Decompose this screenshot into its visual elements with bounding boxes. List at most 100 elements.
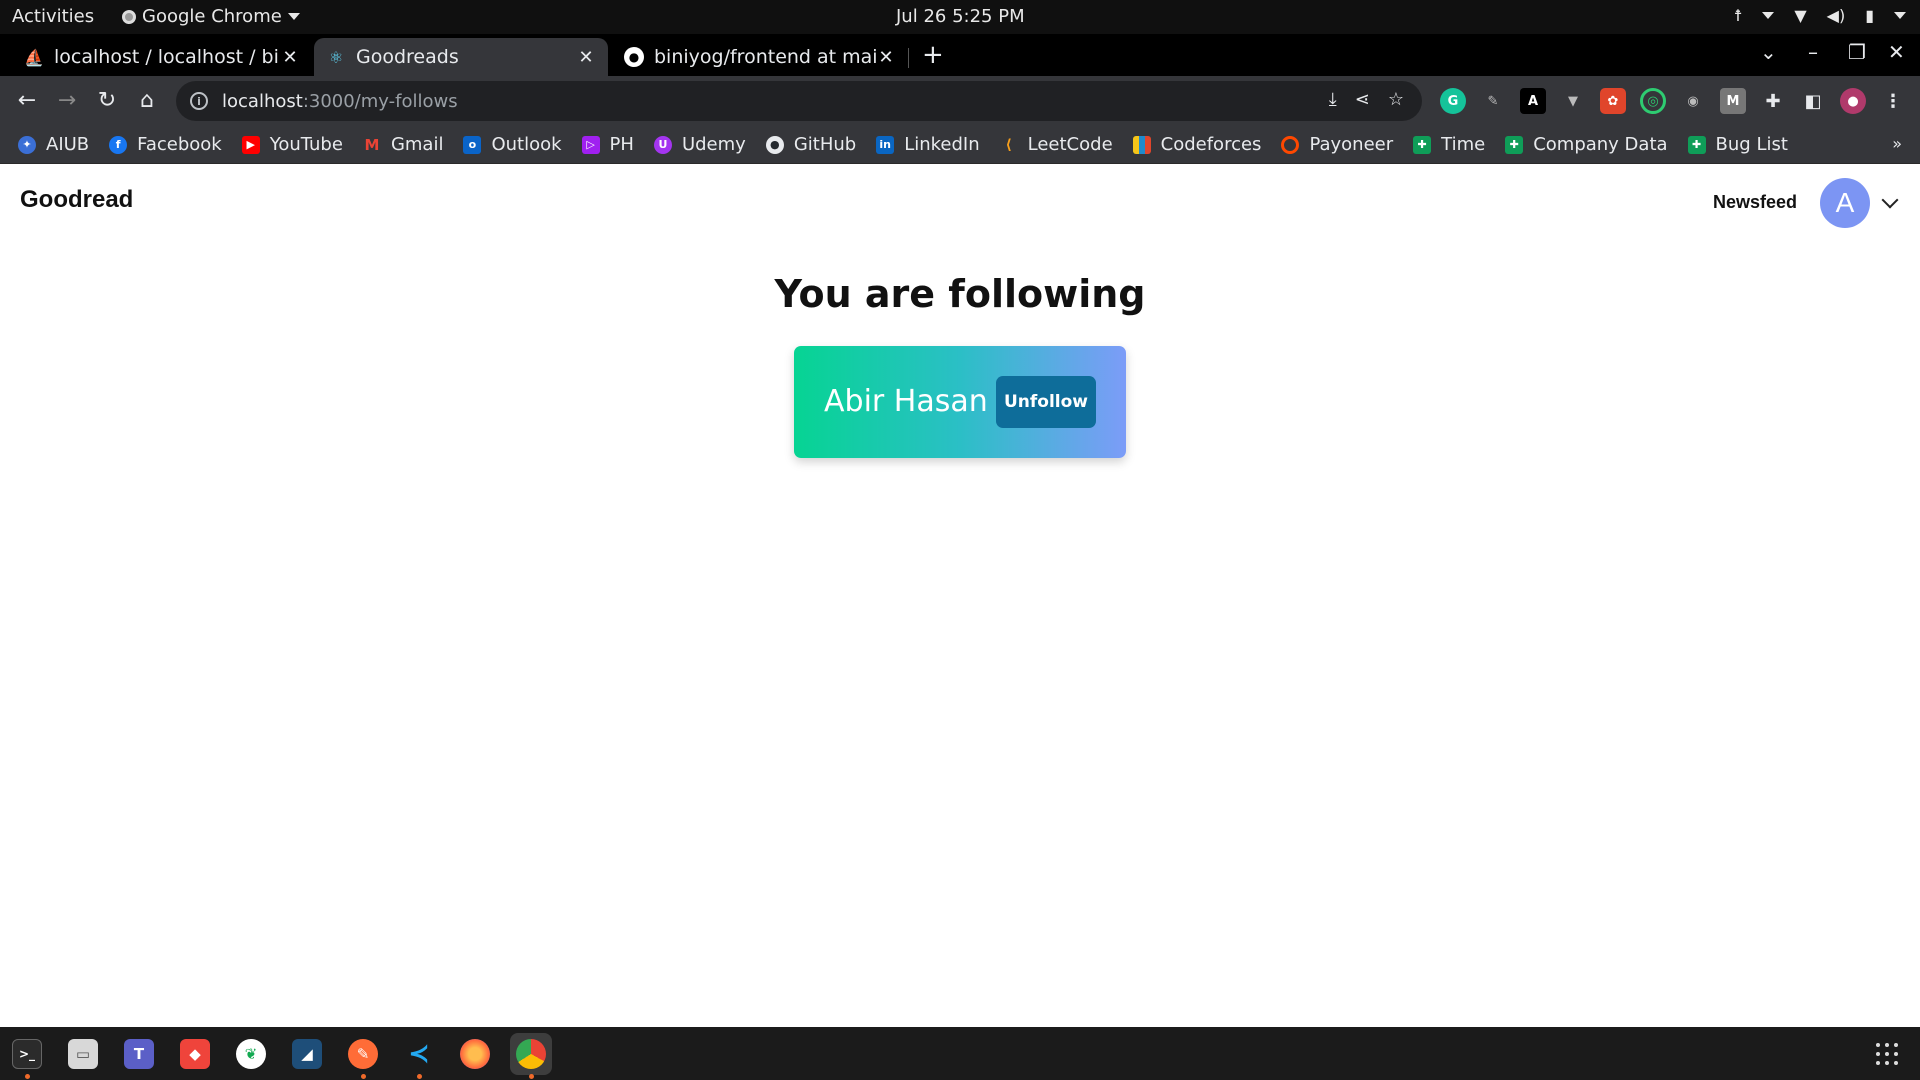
unfollow-button[interactable]: Unfollow: [996, 376, 1096, 428]
forward-icon[interactable]: →: [54, 88, 80, 113]
bookmark-udemy[interactable]: U Udemy: [653, 134, 746, 155]
target-extension-icon[interactable]: ◎: [1640, 88, 1666, 114]
bookmark-ph[interactable]: ▷ PH: [581, 134, 634, 155]
dock-mongodb-compass[interactable]: ❦: [230, 1033, 272, 1075]
page-title: You are following: [774, 272, 1146, 316]
tab-goodreads[interactable]: ⚛ Goodreads ✕: [314, 38, 608, 76]
back-icon[interactable]: ←: [14, 88, 40, 113]
chevron-down-icon[interactable]: [1881, 191, 1899, 209]
dock-mysql-workbench[interactable]: ◢: [286, 1033, 328, 1075]
tab-separator: [908, 48, 909, 68]
dock-teams[interactable]: T: [118, 1033, 160, 1075]
aiub-icon: ✦: [18, 135, 36, 154]
nav-newsfeed-link[interactable]: Newsfeed: [1713, 192, 1797, 213]
accessibility-icon[interactable]: ☨: [1734, 6, 1743, 25]
site-info-icon[interactable]: i: [190, 92, 208, 110]
close-icon[interactable]: ✕: [876, 47, 896, 68]
close-icon[interactable]: ✕: [280, 47, 300, 68]
tab-github[interactable]: ● biniyog/frontend at main ✕: [612, 38, 908, 76]
running-indicator: [416, 1074, 422, 1079]
page-viewport: Goodread Newsfeed A You are following Ab…: [0, 164, 1920, 1027]
postman-icon: ✎: [348, 1039, 378, 1069]
bookmark-label: Time: [1441, 134, 1486, 155]
tab-search-icon[interactable]: ⌄: [1760, 40, 1777, 64]
activities-button[interactable]: Activities: [12, 6, 94, 27]
app-menu[interactable]: Google Chrome: [122, 6, 300, 27]
dock-terminal[interactable]: >_: [6, 1033, 48, 1079]
install-icon[interactable]: ⤓: [1329, 89, 1337, 110]
bookmark-label: Company Data: [1533, 134, 1668, 155]
bookmark-outlook[interactable]: o Outlook: [463, 134, 562, 155]
dock-anydesk[interactable]: ◆: [174, 1033, 216, 1075]
github-icon: ●: [765, 135, 784, 154]
wifi-icon: ▼: [1794, 6, 1807, 25]
url-path: :3000/my-follows: [302, 90, 458, 112]
system-tray[interactable]: ☨ ▼ ◀) ▮: [1734, 6, 1906, 25]
font-extension-icon[interactable]: A: [1520, 88, 1546, 114]
m-extension-icon[interactable]: M: [1720, 88, 1746, 114]
camera-icon[interactable]: ◉: [1680, 88, 1706, 114]
reload-icon[interactable]: ↻: [94, 88, 120, 113]
share-icon[interactable]: ⋖: [1355, 89, 1370, 110]
bookmark-github[interactable]: ● GitHub: [765, 134, 856, 155]
dock-firefox[interactable]: [454, 1033, 496, 1075]
sheets-icon: ✚: [1687, 135, 1706, 154]
bookmark-bug-list[interactable]: ✚ Bug List: [1687, 134, 1788, 155]
bookmark-label: Codeforces: [1160, 134, 1262, 155]
followed-user-name: Abir Hasan: [824, 384, 988, 419]
url-host: localhost: [222, 90, 303, 112]
ph-icon: ▷: [581, 135, 600, 154]
system-clock[interactable]: Jul 26 5:25 PM: [896, 6, 1025, 27]
bookmark-youtube[interactable]: ▶ YouTube: [241, 134, 343, 155]
system-top-bar: Activities Google Chrome Jul 26 5:25 PM …: [0, 0, 1920, 34]
bookmark-linkedin[interactable]: in LinkedIn: [876, 134, 980, 155]
files-icon: ▭: [68, 1039, 98, 1069]
profile-avatar-icon[interactable]: ●: [1840, 88, 1866, 114]
bookmark-star-icon[interactable]: ☆: [1388, 89, 1404, 110]
extensions-puzzle-icon[interactable]: ✚: [1760, 88, 1786, 114]
vue-devtools-icon[interactable]: ▼: [1560, 88, 1586, 114]
pen-extension-icon[interactable]: ✎: [1480, 88, 1506, 114]
app-navbar: Goodread Newsfeed A: [0, 164, 1920, 240]
bookmark-codeforces[interactable]: Codeforces: [1132, 134, 1262, 155]
bookmark-company-data[interactable]: ✚ Company Data: [1505, 134, 1668, 155]
bookmark-payoneer[interactable]: Payoneer: [1281, 134, 1393, 155]
tab-phpmyadmin[interactable]: ⛵ localhost / localhost / bini ✕: [12, 38, 312, 76]
avatar[interactable]: A: [1820, 178, 1870, 228]
restore-icon[interactable]: ❐: [1848, 40, 1866, 64]
bookmark-label: Udemy: [681, 134, 746, 155]
udemy-icon: U: [653, 135, 672, 154]
new-tab-button[interactable]: +: [922, 40, 944, 70]
close-icon[interactable]: ✕: [576, 47, 596, 68]
dock-postman[interactable]: ✎: [342, 1033, 384, 1079]
dock-files[interactable]: ▭: [62, 1033, 104, 1075]
mongodb-icon: ❦: [236, 1039, 266, 1069]
bookmark-leetcode[interactable]: ⟨ LeetCode: [1000, 134, 1113, 155]
browser-toolbar: ← → ↻ ⌂ i localhost:3000/my-follows ⤓ ⋖ …: [0, 76, 1920, 126]
side-panel-icon[interactable]: ◧: [1800, 88, 1826, 114]
bookmark-facebook[interactable]: f Facebook: [109, 134, 222, 155]
outlook-icon: o: [463, 135, 482, 154]
firefox-icon: [460, 1039, 490, 1069]
sheets-icon: ✚: [1505, 135, 1524, 154]
bookmark-gmail[interactable]: M Gmail: [363, 134, 443, 155]
caret-down-icon: [1762, 12, 1775, 19]
sheets-icon: ✚: [1413, 135, 1432, 154]
dock-chrome[interactable]: [510, 1033, 552, 1079]
bookmark-label: LeetCode: [1027, 134, 1113, 155]
grammarly-icon[interactable]: G: [1440, 88, 1466, 114]
close-window-icon[interactable]: ✕: [1888, 40, 1905, 64]
more-menu-icon[interactable]: ⋮: [1880, 88, 1906, 114]
more-bookmarks-icon[interactable]: »: [1892, 134, 1902, 153]
battery-icon: ▮: [1865, 6, 1874, 25]
brand-logo[interactable]: Goodread: [20, 186, 133, 214]
bookmark-time[interactable]: ✚ Time: [1413, 134, 1485, 155]
minimize-icon[interactable]: –: [1808, 40, 1818, 64]
address-bar[interactable]: i localhost:3000/my-follows ⤓ ⋖ ☆: [176, 81, 1422, 121]
bookmark-aiub[interactable]: ✦ AIUB: [18, 134, 89, 155]
dock-vscode[interactable]: ≺: [398, 1033, 440, 1079]
extension-red-icon[interactable]: ✿: [1600, 88, 1626, 114]
home-icon[interactable]: ⌂: [134, 88, 160, 113]
show-apps-icon[interactable]: [1876, 1043, 1898, 1065]
tab-title: localhost / localhost / bini: [54, 46, 280, 68]
